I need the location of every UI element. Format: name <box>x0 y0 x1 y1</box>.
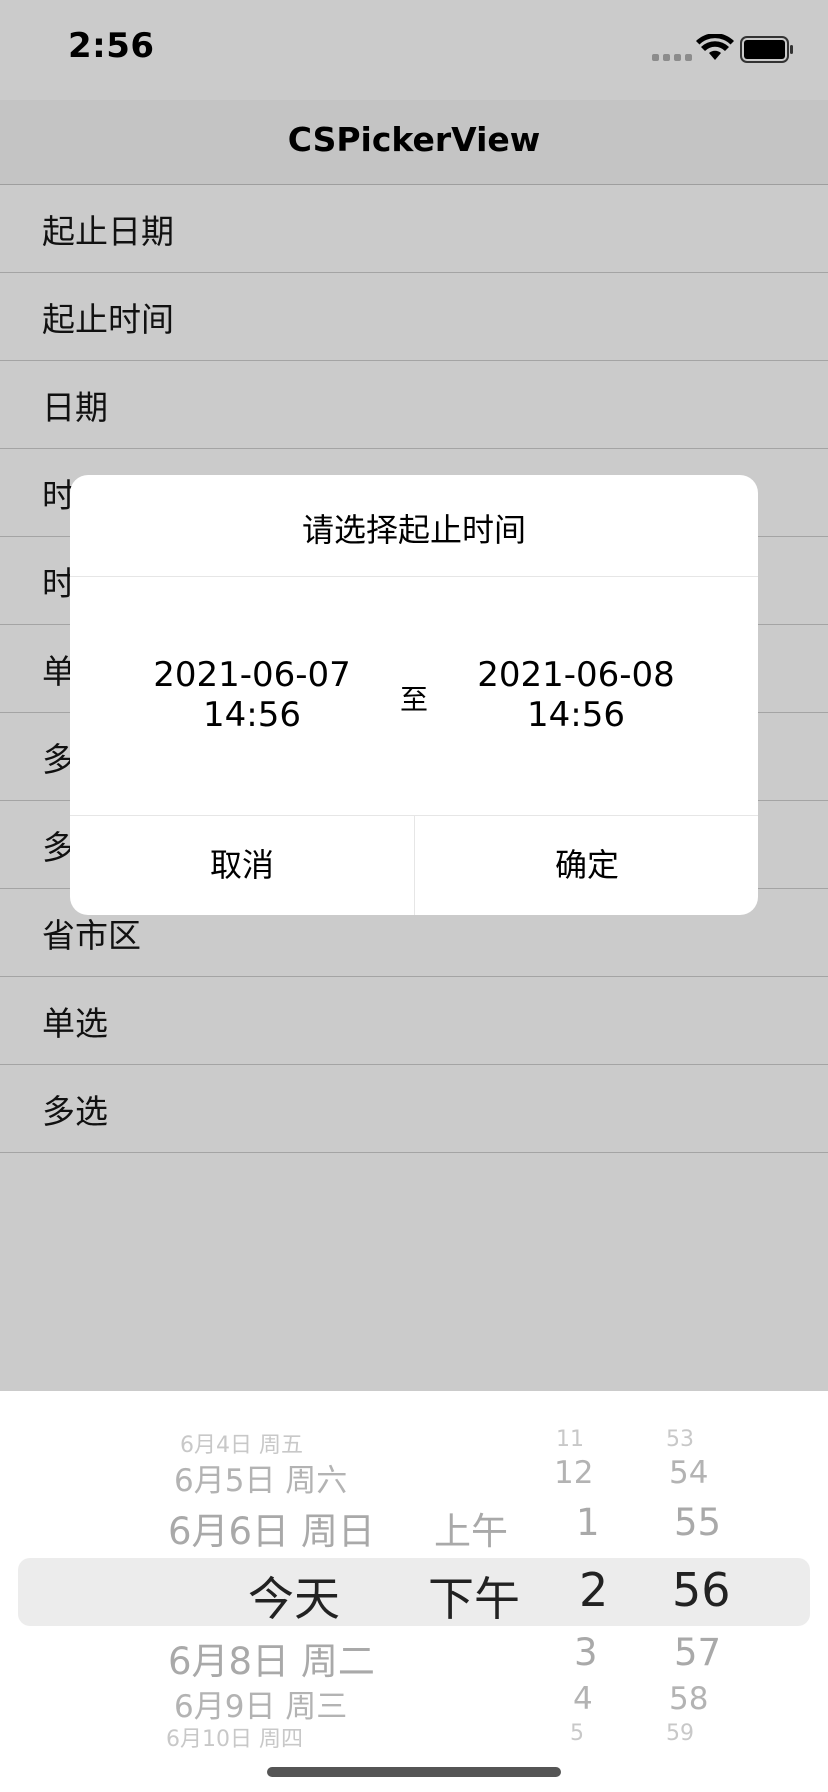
navigation-bar: CSPickerView <box>0 100 828 185</box>
list-item-label: 单选 <box>42 1004 108 1043</box>
list-item-label: 起止时间 <box>42 300 174 339</box>
list-item-date[interactable]: 日期 <box>0 361 828 449</box>
picker-hour-row[interactable]: 5 <box>570 1721 584 1746</box>
picker-day-row[interactable]: 6月10日 周四 <box>166 1721 303 1753</box>
end-date: 2021-06-08 <box>477 655 675 695</box>
status-bar: 2:56 <box>0 0 828 100</box>
list-item-label: 多选 <box>42 1092 108 1131</box>
picker-minute-row[interactable]: 55 <box>674 1501 721 1544</box>
picker-hour-row[interactable]: 12 <box>554 1455 593 1491</box>
dialog-title: 请选择起止时间 <box>301 511 526 549</box>
end-datetime[interactable]: 2021-06-08 14:56 <box>446 655 706 735</box>
list-item-label: 省市区 <box>42 916 141 955</box>
page-title: CSPickerView <box>287 120 541 159</box>
picker-hour-row-selected[interactable]: 2 <box>579 1563 608 1617</box>
picker-hour-row[interactable]: 3 <box>574 1631 598 1674</box>
picker-minute-row[interactable]: 57 <box>674 1631 721 1674</box>
list-item-range-date[interactable]: 起止日期 <box>0 185 828 273</box>
divider <box>70 576 758 577</box>
start-time: 14:56 <box>203 695 301 735</box>
home-indicator[interactable] <box>267 1767 561 1777</box>
picker-day-row[interactable]: 6月9日 周三 <box>174 1681 347 1726</box>
picker-ampm-row-selected[interactable]: 下午 <box>428 1563 520 1629</box>
time-range-dialog: 请选择起止时间 2021-06-07 14:56 至 2021-06-08 14… <box>70 475 758 915</box>
list-item-range-time[interactable]: 起止时间 <box>0 273 828 361</box>
datetime-picker: 6月4日 周五 6月5日 周六 6月6日 周日 今天 6月8日 周二 6月9日 … <box>0 1391 828 1792</box>
picker-hour-row[interactable]: 4 <box>573 1681 593 1717</box>
list-item-multi-select[interactable]: 多选 <box>0 1065 828 1153</box>
picker-day-row[interactable]: 6月5日 周六 <box>174 1455 347 1500</box>
picker-minute-row[interactable]: 58 <box>669 1681 708 1717</box>
picker-day-row-selected[interactable]: 今天 <box>248 1563 340 1629</box>
start-datetime[interactable]: 2021-06-07 14:56 <box>122 655 382 735</box>
status-time: 2:56 <box>68 26 155 66</box>
picker-hour-row[interactable]: 11 <box>556 1427 584 1452</box>
picker-minute-row[interactable]: 59 <box>666 1721 694 1746</box>
end-time: 14:56 <box>527 695 625 735</box>
picker-day-row[interactable]: 6月8日 周二 <box>168 1631 375 1685</box>
battery-icon <box>740 36 793 63</box>
picker-ampm-row[interactable]: 上午 <box>434 1501 508 1555</box>
signal-icon <box>652 54 692 61</box>
confirm-button[interactable]: 确定 <box>415 816 758 915</box>
list-item-single-select[interactable]: 单选 <box>0 977 828 1065</box>
to-label: 至 <box>399 683 428 716</box>
picker-day-row[interactable]: 6月6日 周日 <box>168 1501 375 1555</box>
picker-minute-row[interactable]: 54 <box>669 1455 708 1491</box>
start-date: 2021-06-07 <box>153 655 351 695</box>
list-item-label: 日期 <box>42 388 108 427</box>
wifi-icon <box>696 34 734 60</box>
picker-minute-row-selected[interactable]: 56 <box>672 1563 731 1617</box>
list-item-label: 起止日期 <box>42 212 174 251</box>
picker-minute-row[interactable]: 53 <box>666 1427 694 1452</box>
picker-hour-row[interactable]: 1 <box>576 1501 600 1544</box>
cancel-button[interactable]: 取消 <box>70 816 414 915</box>
